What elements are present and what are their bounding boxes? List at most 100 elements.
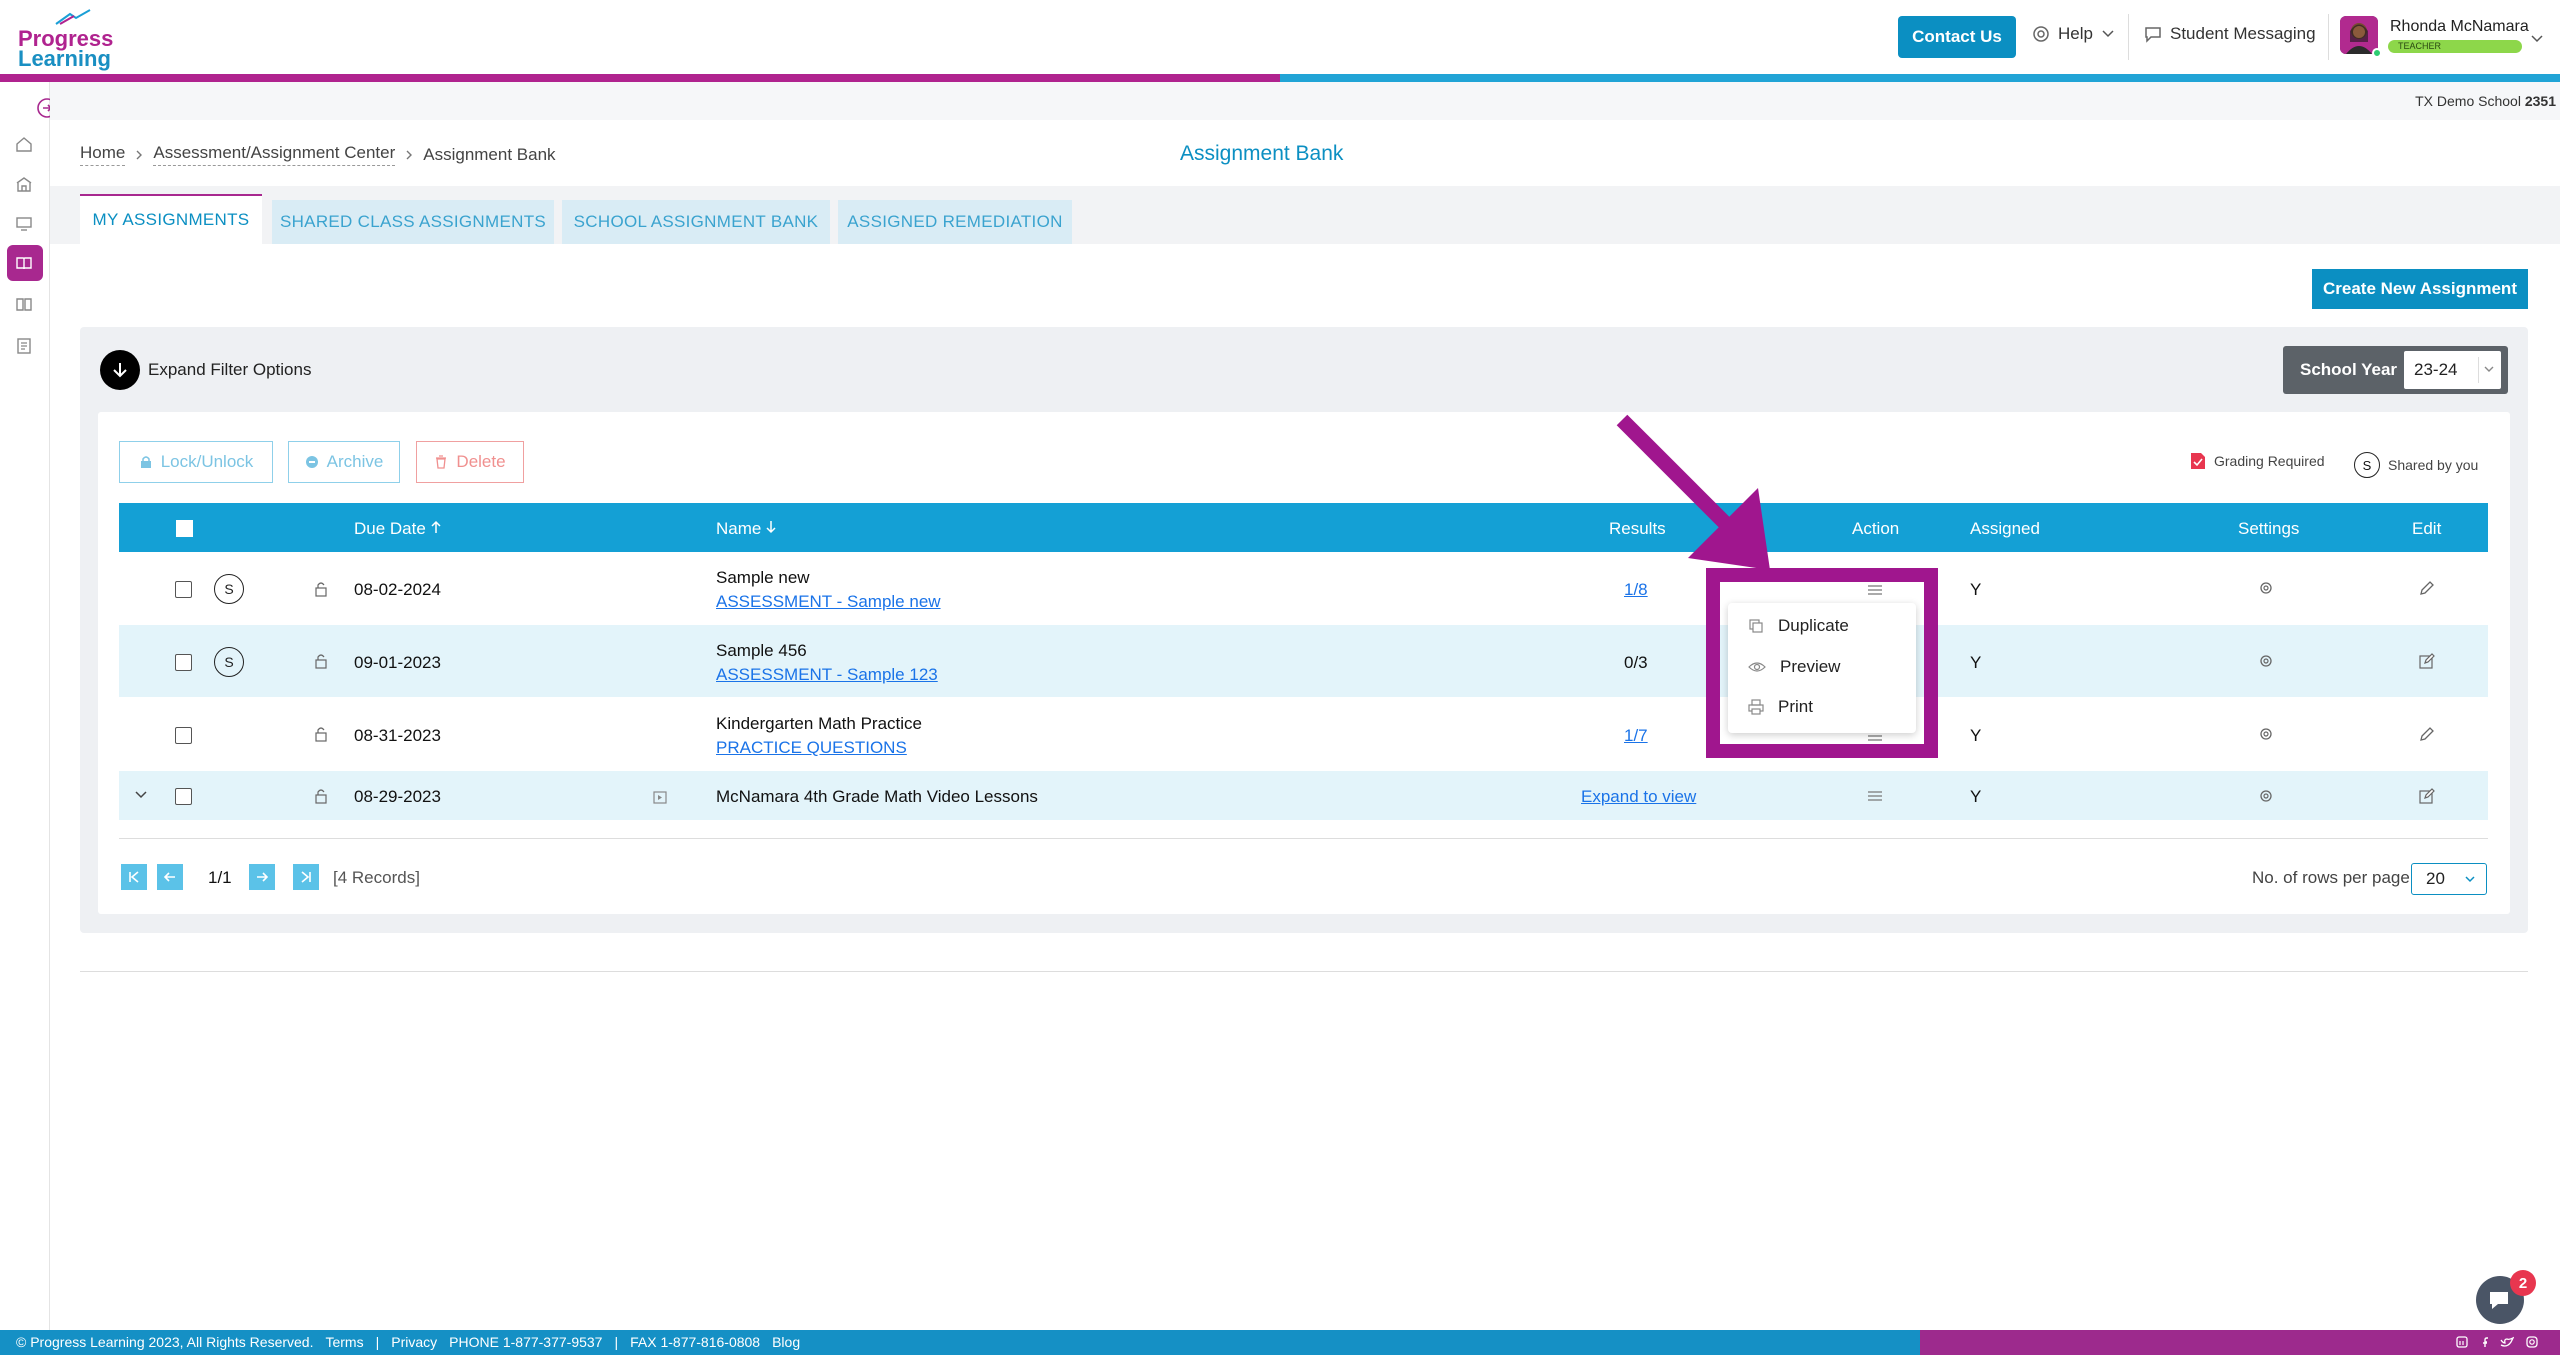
archive-button[interactable]: Archive xyxy=(288,441,400,483)
rows-per-page-select[interactable]: 20 xyxy=(2411,863,2487,895)
due-date: 09-01-2023 xyxy=(354,653,441,672)
create-new-assignment-button[interactable]: Create New Assignment xyxy=(2312,269,2528,309)
archive-label: Archive xyxy=(326,452,384,471)
column-name[interactable]: Name xyxy=(716,519,776,539)
student-messaging-label: Student Messaging xyxy=(2170,24,2316,43)
user-name[interactable]: Rhonda McNamara xyxy=(2390,18,2529,36)
prev-page-button[interactable] xyxy=(157,864,183,890)
footer-blog[interactable]: Blog xyxy=(772,1334,800,1350)
edit-square-icon[interactable] xyxy=(2418,787,2436,805)
shared-badge: S xyxy=(214,647,244,677)
trash-icon xyxy=(436,455,447,469)
delete-button[interactable]: Delete xyxy=(416,441,524,483)
sidebar-reports[interactable] xyxy=(12,334,36,358)
lock-unlock-button[interactable]: Lock/Unlock xyxy=(119,441,273,483)
school-year-value: 23-24 xyxy=(2414,360,2458,379)
shared-symbol-icon: S xyxy=(2354,452,2380,478)
rows-per-page-label: No. of rows per page xyxy=(2252,868,2410,887)
results-link[interactable]: 1/7 xyxy=(1624,726,1648,746)
sidebar-classroom[interactable] xyxy=(12,212,36,236)
last-page-icon xyxy=(301,871,311,883)
expand-filter-button[interactable] xyxy=(100,350,140,390)
linkedin-icon[interactable] xyxy=(2456,1336,2468,1348)
expand-filter-label[interactable]: Expand Filter Options xyxy=(148,360,311,380)
instagram-icon[interactable] xyxy=(2526,1336,2538,1348)
sidebar-home[interactable] xyxy=(12,132,36,156)
row-checkbox[interactable] xyxy=(175,581,192,598)
header-divider xyxy=(2128,14,2129,60)
row-expand-chevron-icon[interactable] xyxy=(134,790,148,800)
shared-badge: S xyxy=(214,574,244,604)
school-year-select[interactable]: 23-24 xyxy=(2404,351,2501,389)
footer-links: © Progress Learning 2023, All Rights Res… xyxy=(16,1334,800,1350)
breadcrumb-center[interactable]: Assessment/Assignment Center xyxy=(153,143,396,166)
lock-icon xyxy=(140,456,151,468)
column-due-date[interactable]: Due Date xyxy=(354,519,441,539)
sidebar-school[interactable] xyxy=(12,172,36,196)
pencil-icon[interactable] xyxy=(2418,579,2436,597)
user-menu-chevron-icon[interactable] xyxy=(2530,34,2544,44)
school-icon xyxy=(16,177,32,192)
table-row xyxy=(119,552,2488,625)
next-page-button[interactable] xyxy=(249,864,275,890)
sidebar-library[interactable] xyxy=(12,292,36,316)
breadcrumb-home[interactable]: Home xyxy=(80,143,126,166)
footer-privacy[interactable]: Privacy xyxy=(391,1334,437,1350)
school-name: TX Demo School xyxy=(2415,93,2521,109)
row-checkbox[interactable] xyxy=(175,727,192,744)
select-all-checkbox[interactable] xyxy=(176,520,193,537)
tab-shared-class-assignments[interactable]: SHARED CLASS ASSIGNMENTS xyxy=(272,200,554,244)
unlock-icon[interactable] xyxy=(314,581,328,597)
gear-icon[interactable] xyxy=(2258,580,2274,596)
assignment-type-link[interactable]: ASSESSMENT - Sample 123 xyxy=(716,665,938,685)
row-checkbox[interactable] xyxy=(175,788,192,805)
breadcrumb-current: Assignment Bank xyxy=(423,144,556,164)
gear-icon[interactable] xyxy=(2258,653,2274,669)
assignment-type-link[interactable]: PRACTICE QUESTIONS xyxy=(716,738,907,758)
first-page-icon xyxy=(129,871,139,883)
footer-phone: PHONE 1-877-377-9537 xyxy=(449,1334,603,1350)
unlock-icon[interactable] xyxy=(314,726,328,742)
online-status-dot xyxy=(2372,48,2382,58)
logo-line2: Learning xyxy=(18,46,111,71)
tab-school-assignment-bank[interactable]: SCHOOL ASSIGNMENT BANK xyxy=(562,200,830,244)
assignment-name: McNamara 4th Grade Math Video Lessons xyxy=(716,787,1038,806)
column-name-label: Name xyxy=(716,519,762,538)
gear-icon[interactable] xyxy=(2258,788,2274,804)
reading-icon xyxy=(16,298,32,311)
hamburger-menu-icon[interactable] xyxy=(1867,790,1883,802)
unlock-icon[interactable] xyxy=(314,788,328,804)
chat-bubble-icon xyxy=(2145,27,2161,43)
sidebar-assignments[interactable] xyxy=(12,251,36,275)
progress-learning-logo[interactable]: Progress Learning xyxy=(18,8,113,71)
contact-us-button[interactable]: Contact Us xyxy=(1898,16,2016,58)
footer-separator: | xyxy=(375,1334,380,1350)
twitter-icon[interactable] xyxy=(2500,1336,2514,1348)
help-menu[interactable]: Help xyxy=(2032,24,2115,44)
edit-square-icon[interactable] xyxy=(2418,652,2436,670)
table-row xyxy=(119,625,2488,697)
pencil-icon[interactable] xyxy=(2418,725,2436,743)
arrow-down-icon xyxy=(113,363,127,378)
help-lifebuoy-icon xyxy=(2033,26,2049,42)
student-messaging-link[interactable]: Student Messaging xyxy=(2144,24,2316,44)
last-page-button[interactable] xyxy=(293,864,319,890)
unlock-icon[interactable] xyxy=(314,653,328,669)
header-divider xyxy=(2328,14,2329,60)
facebook-icon[interactable] xyxy=(2478,1336,2490,1348)
gear-icon[interactable] xyxy=(2258,726,2274,742)
tab-my-assignments[interactable]: MY ASSIGNMENTS xyxy=(80,194,262,244)
footer-terms[interactable]: Terms xyxy=(325,1334,363,1350)
row-checkbox[interactable] xyxy=(175,654,192,671)
assignment-type-link[interactable]: ASSESSMENT - Sample new xyxy=(716,592,941,612)
tab-assigned-remediation[interactable]: ASSIGNED REMEDIATION xyxy=(838,200,1072,244)
chat-notification-badge: 2 xyxy=(2510,1270,2536,1296)
assignment-name: Sample 456 xyxy=(716,641,807,660)
user-avatar[interactable] xyxy=(2340,16,2378,54)
first-page-button[interactable] xyxy=(121,864,147,890)
expand-to-view-link[interactable]: Expand to view xyxy=(1581,787,1696,807)
home-icon xyxy=(16,137,32,152)
arrow-left-icon xyxy=(163,872,175,882)
sort-up-icon xyxy=(431,520,441,533)
assigned-value: Y xyxy=(1970,787,1982,806)
